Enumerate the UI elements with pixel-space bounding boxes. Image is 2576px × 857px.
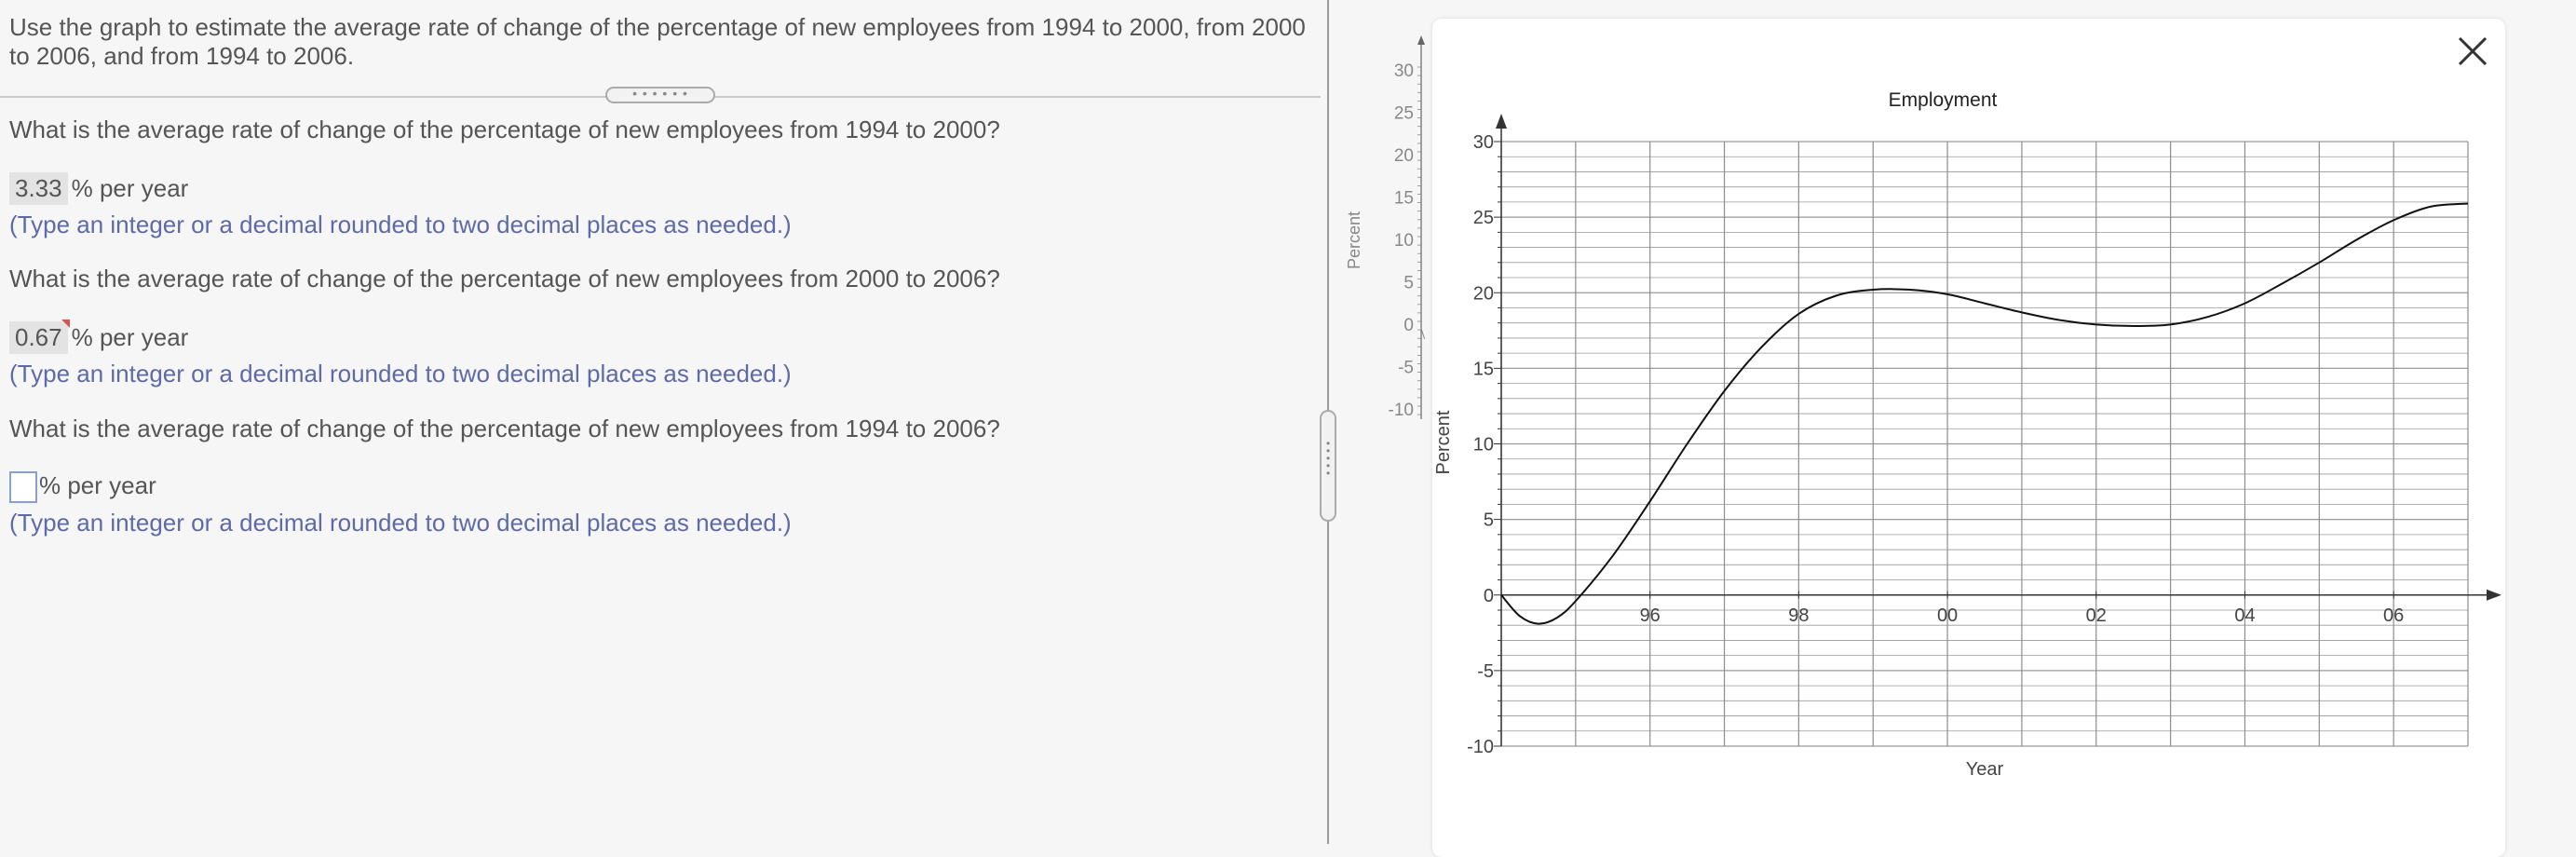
y-tick-label: 25 bbox=[1473, 208, 1494, 228]
graph-thumbnail[interactable]: 30 25 20 15 10 5 0 -5 -10 Percent bbox=[1341, 28, 1425, 428]
question-2-text: What is the average rate of change of th… bbox=[9, 265, 1000, 292]
answer-2-unit: % per year bbox=[71, 323, 189, 351]
x-tick-label: 04 bbox=[2234, 605, 2255, 626]
y-axis-arrow-icon bbox=[1496, 114, 1507, 129]
question-intro-line-2: to 2006, and from 1994 to 2006. bbox=[9, 42, 355, 70]
x-tick-label: 02 bbox=[2086, 605, 2107, 626]
question-1-text: What is the average rate of change of th… bbox=[9, 116, 1000, 143]
y-tick-label: 15 bbox=[1473, 359, 1494, 379]
y-axis-label: Percent bbox=[1433, 410, 1454, 474]
thumbnail-tick-label: 10 bbox=[1394, 231, 1414, 251]
vertical-splitter-handle[interactable]: • • • • • bbox=[1320, 410, 1336, 522]
question-3-text: What is the average rate of change of th… bbox=[9, 415, 1000, 442]
answer-3-row: % per year bbox=[9, 471, 156, 504]
thumbnail-tick-label: -5 bbox=[1398, 359, 1414, 378]
y-tick-label: -5 bbox=[1477, 661, 1494, 682]
answer-3-hint: (Type an integer or a decimal rounded to… bbox=[9, 509, 792, 537]
answer-1-row: 3.33% per year bbox=[9, 172, 188, 205]
answer-1-hint: (Type an integer or a decimal rounded to… bbox=[9, 211, 792, 238]
x-tick-label: 98 bbox=[1788, 605, 1809, 626]
answer-2-row: 0.67% per year bbox=[9, 320, 189, 354]
answer-1-value[interactable]: 3.33 bbox=[9, 172, 68, 205]
answer-3-input[interactable] bbox=[9, 471, 37, 504]
graph-modal: -10 -5 0 5 10 15 20 25 30 96 98 00 02 04 06 Employment Y… bbox=[1432, 19, 2505, 857]
question-panel: Use the graph to estimate the average ra… bbox=[0, 0, 1327, 844]
chart-title: Employment bbox=[1889, 89, 1998, 111]
x-tick-label: 00 bbox=[1937, 605, 1958, 626]
chart-grid bbox=[1500, 141, 2469, 747]
thumbnail-tick-label: 5 bbox=[1403, 274, 1414, 293]
thumbnail-tick-label: -10 bbox=[1389, 401, 1414, 420]
y-tick-label: 20 bbox=[1473, 283, 1494, 304]
employment-chart: -10 -5 0 5 10 15 20 25 30 96 98 00 02 04 06 Employment Y… bbox=[1433, 89, 2501, 780]
y-tick-label: 10 bbox=[1473, 435, 1494, 456]
thumbnail-tick-label: 25 bbox=[1394, 104, 1414, 124]
answer-flag-icon bbox=[61, 320, 70, 328]
question-intro-line-1: Use the graph to estimate the average ra… bbox=[9, 13, 1306, 41]
thumbnail-tick-label: 0 bbox=[1403, 316, 1414, 335]
answer-3-unit: % per year bbox=[39, 471, 156, 499]
thumbnail-arrow-icon bbox=[1417, 35, 1425, 45]
y-tick-label: 0 bbox=[1484, 586, 1494, 606]
x-tick-label: 96 bbox=[1640, 605, 1661, 626]
y-tick-label: 5 bbox=[1484, 510, 1494, 531]
thumbnail-tick-label: 20 bbox=[1394, 146, 1414, 166]
answer-2-value[interactable]: 0.67 bbox=[9, 320, 70, 354]
answer-2-hint: (Type an integer or a decimal rounded to… bbox=[9, 360, 792, 388]
answer-1-unit: % per year bbox=[71, 174, 189, 202]
thumbnail-tick-label: 15 bbox=[1394, 189, 1414, 209]
x-axis-arrow-icon bbox=[2487, 589, 2501, 601]
thumbnail-tick-label: 30 bbox=[1394, 61, 1414, 81]
x-axis-label: Year bbox=[1966, 759, 2004, 780]
y-tick-label: 30 bbox=[1473, 132, 1494, 153]
horizontal-splitter-handle[interactable]: • • • • • • bbox=[605, 87, 715, 103]
x-tick-label: 06 bbox=[2383, 605, 2404, 626]
y-tick-label: -10 bbox=[1467, 737, 1494, 757]
thumbnail-ylabel: Percent bbox=[1345, 211, 1363, 269]
